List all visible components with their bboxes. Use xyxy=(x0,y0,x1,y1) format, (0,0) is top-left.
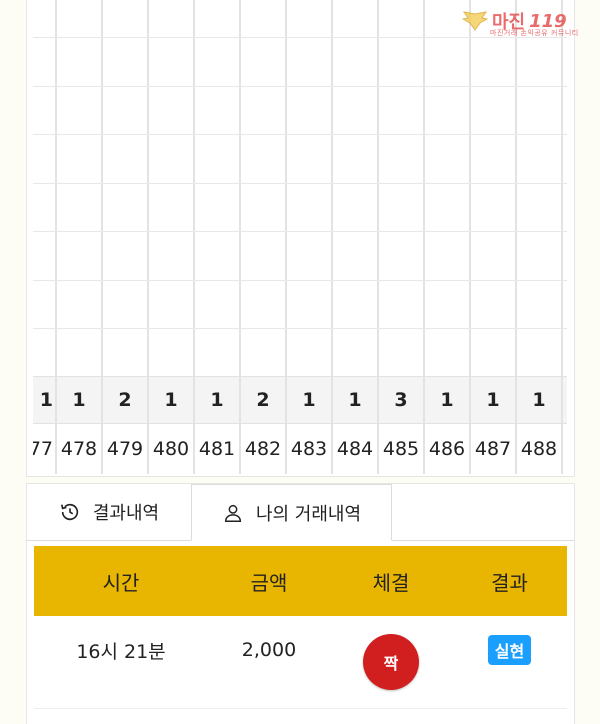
count-cell: 1 xyxy=(425,377,471,423)
grid-column-line xyxy=(561,0,563,376)
count-row: 1 1 2 1 1 2 1 1 3 1 1 1 xyxy=(33,376,567,423)
grid-row-line xyxy=(33,86,567,87)
header-result: 결과 xyxy=(491,570,528,595)
header-amount: 금액 xyxy=(250,570,288,595)
grid-column-line xyxy=(285,0,287,376)
count-cell: 1 xyxy=(33,377,57,423)
header-trade: 체결 xyxy=(372,570,410,595)
round-id-cell: 487 xyxy=(471,424,517,474)
count-cell: 1 xyxy=(149,377,195,423)
count-cell: 1 xyxy=(333,377,379,423)
round-id-cell: 482 xyxy=(241,424,287,474)
round-id-cell: 483 xyxy=(287,424,333,474)
watermark-logo: 마진 119 마진거래 손익공유 커뮤니티 xyxy=(462,4,594,38)
round-id-cell: 481 xyxy=(195,424,241,474)
count-cell: 1 xyxy=(471,377,517,423)
table-row: 16시 21분 2,000 짝 실현 xyxy=(34,616,567,709)
cell-trade: 짝 xyxy=(330,634,452,690)
grid-row-line xyxy=(33,134,567,135)
grid-column-line xyxy=(147,0,149,376)
grid-column-line xyxy=(101,0,103,376)
count-cell: 1 xyxy=(287,377,333,423)
grid-column-line xyxy=(423,0,425,376)
history-grid-card: 1 1 2 1 1 2 1 1 3 1 1 1 77 478 479 480 4… xyxy=(26,0,575,477)
count-cell: 2 xyxy=(241,377,287,423)
wing-icon xyxy=(462,11,488,31)
round-id-cell: 484 xyxy=(333,424,379,474)
result-grid xyxy=(33,0,567,376)
history-icon xyxy=(60,503,78,521)
grid-column-line xyxy=(377,0,379,376)
grid-row-line xyxy=(33,183,567,184)
grid-row-line xyxy=(33,328,567,329)
count-cell: 3 xyxy=(379,377,425,423)
history-tabs-card: 결과내역 나의 거래내역 시간 금액 체결 결과 16시 21분 2,000 짝… xyxy=(26,483,575,724)
grid-column-line xyxy=(193,0,195,376)
round-id-cell: 478 xyxy=(57,424,103,474)
grid-column-line xyxy=(331,0,333,376)
round-id-cell: 485 xyxy=(379,424,425,474)
round-id-row: 77 478 479 480 481 482 483 484 485 486 4… xyxy=(33,423,567,474)
table-header: 시간 금액 체결 결과 xyxy=(34,546,567,616)
trade-table: 시간 금액 체결 결과 16시 21분 2,000 짝 실현 xyxy=(34,546,567,709)
round-id-cell: 488 xyxy=(517,424,563,474)
result-badge: 실현 xyxy=(487,635,532,665)
header-time: 시간 xyxy=(102,570,140,595)
tab-bar: 결과내역 나의 거래내역 xyxy=(27,484,574,541)
count-cell: 2 xyxy=(103,377,149,423)
grid-column-line xyxy=(55,0,57,376)
cell-amount: 2,000 xyxy=(241,639,297,661)
count-cell: 1 xyxy=(517,377,563,423)
user-icon xyxy=(224,504,242,522)
cell-result: 실현 xyxy=(452,635,567,677)
round-id-cell: 486 xyxy=(425,424,471,474)
count-cell: 1 xyxy=(195,377,241,423)
tab-results-label: 결과내역 xyxy=(92,503,160,524)
round-id-cell: 480 xyxy=(149,424,195,474)
grid-row-line xyxy=(33,280,567,281)
cell-time: 16시 21분 xyxy=(76,640,166,663)
count-cell: 1 xyxy=(57,377,103,423)
round-id-cell: 479 xyxy=(103,424,149,474)
tab-my-trades-label: 나의 거래내역 xyxy=(255,503,362,525)
grid-row-line xyxy=(33,231,567,232)
round-id-cell: 77 xyxy=(33,424,57,474)
grid-column-line xyxy=(515,0,517,376)
watermark-subtitle: 마진거래 손익공유 커뮤니티 xyxy=(490,29,579,37)
grid-column-line xyxy=(469,0,471,376)
grid-column-line xyxy=(239,0,241,376)
trade-badge: 짝 xyxy=(363,634,419,690)
tab-results[interactable]: 결과내역 xyxy=(27,484,191,540)
tab-my-trades[interactable]: 나의 거래내역 xyxy=(191,484,392,541)
